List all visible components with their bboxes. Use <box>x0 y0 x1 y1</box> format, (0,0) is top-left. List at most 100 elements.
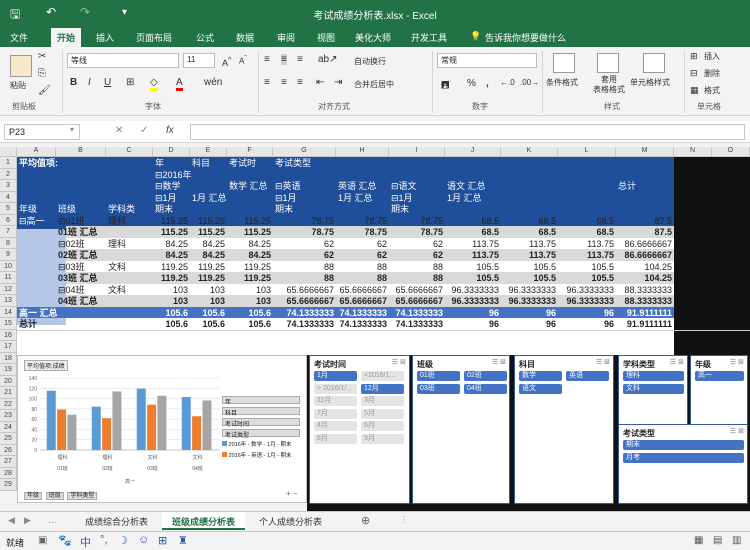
axis-button-type[interactable]: 学科类型 <box>67 492 98 500</box>
pivot-cell[interactable]: 62 <box>389 249 445 261</box>
row-header[interactable]: 21 <box>0 387 17 399</box>
pivot-cell[interactable] <box>17 284 56 296</box>
align-left-icon[interactable]: ≡ <box>264 77 270 88</box>
slicer-item[interactable]: 文科 <box>623 383 684 394</box>
pivot-cell[interactable]: 总计 <box>616 180 674 192</box>
phonetic-icon[interactable]: wén <box>204 77 222 88</box>
pivot-cell[interactable]: 96.3333333 <box>501 295 558 307</box>
column-header[interactable]: G <box>273 147 336 157</box>
pivot-cell[interactable] <box>106 226 153 238</box>
slicer-filter-icon[interactable]: ☰ ⊠ <box>596 358 610 366</box>
paste-button[interactable]: 粘贴 <box>10 80 26 91</box>
slicer-item[interactable]: 数学 <box>519 371 562 381</box>
align-center-icon[interactable]: ≡ <box>281 77 287 88</box>
cut-icon[interactable]: ✂ <box>38 51 46 62</box>
row-header[interactable]: 10 <box>0 260 17 272</box>
name-box[interactable]: P23 <box>4 124 80 140</box>
slicer-filter-icon[interactable]: ☰ ⊠ <box>492 358 506 366</box>
next-sheet-icon[interactable]: ▶ <box>24 515 31 526</box>
row-header[interactable]: 25 <box>0 433 17 445</box>
row-header[interactable]: 8 <box>0 237 17 249</box>
column-header[interactable]: K <box>501 147 558 157</box>
pivot-cell[interactable]: 88 <box>273 261 336 273</box>
ime-paw-icon[interactable]: 🐾 <box>58 534 72 547</box>
pivot-cell[interactable]: ⊟英语 <box>273 180 336 192</box>
pivot-cell[interactable]: 78.75 <box>273 226 336 238</box>
row-header[interactable]: 15 <box>0 318 17 330</box>
pivot-cell[interactable]: 68.5 <box>558 215 616 227</box>
ime-smile-icon[interactable]: ☺ <box>138 534 149 546</box>
chart-zoom-icons[interactable]: + − <box>286 489 298 498</box>
tab-file[interactable]: 文件 <box>10 31 28 44</box>
align-bottom-icon[interactable]: ≡ <box>297 54 303 65</box>
formula-input[interactable] <box>190 124 745 140</box>
column-header[interactable]: L <box>558 147 616 157</box>
macro-icon[interactable]: ▣ <box>38 535 47 546</box>
tab-scroll-icon[interactable]: ⋮ <box>400 515 408 524</box>
slicer-grade[interactable]: 年级 ☰ ⊠ 高一 <box>690 355 748 425</box>
slicer-filter-icon[interactable]: ☰ ⊠ <box>730 358 744 366</box>
italic-icon[interactable]: I <box>88 77 91 88</box>
sheet-tab-personal[interactable]: 个人成绩分析表 <box>249 512 332 530</box>
pivot-cell[interactable]: 期末 <box>273 203 336 215</box>
pivot-cell[interactable]: 78.75 <box>336 215 389 227</box>
pivot-cell[interactable]: 文科 <box>106 284 153 296</box>
pivot-cell[interactable]: 88.3333333 <box>616 284 674 296</box>
slicer-item[interactable]: 期末 <box>623 440 744 450</box>
pivot-cell[interactable]: 74.1333333 <box>336 307 389 319</box>
pivot-cell[interactable]: 119.25 <box>227 272 273 284</box>
slicer-item[interactable]: 04班 <box>464 383 507 394</box>
slicer-item[interactable]: 5月 <box>361 408 404 419</box>
pivot-cell[interactable]: ⊟2016年 <box>153 169 220 181</box>
align-middle-icon[interactable]: ≡ <box>281 54 287 65</box>
slicer-item[interactable]: 1月 <box>314 371 357 381</box>
pivot-cell[interactable]: 96 <box>558 318 616 330</box>
slicer-subject-type[interactable]: 学科类型 ☰ ⊠ 理科 文科 <box>618 355 688 425</box>
pivot-cell[interactable]: 96.3333333 <box>558 284 616 296</box>
row-header[interactable]: 13 <box>0 295 17 307</box>
pivot-cell[interactable]: 65.6666667 <box>336 284 389 296</box>
pivot-cell[interactable]: 105.6 <box>227 318 273 330</box>
column-header[interactable]: N <box>674 147 712 157</box>
pivot-cell[interactable]: 68.5 <box>501 215 558 227</box>
pivot-cell[interactable]: 105.6 <box>153 307 190 319</box>
slicer-item[interactable]: 语文 <box>519 383 562 394</box>
pivot-cell[interactable]: 68.5 <box>445 226 501 238</box>
pivot-cell[interactable]: 74.1333333 <box>389 307 445 319</box>
pivot-cell[interactable]: 65.6666667 <box>273 284 336 296</box>
pivot-cell[interactable]: 78.75 <box>273 215 336 227</box>
pivot-cell[interactable]: 74.1333333 <box>336 318 389 330</box>
row-header[interactable]: 23 <box>0 410 17 422</box>
pivot-cell[interactable]: 文科 <box>106 261 153 273</box>
slicer-item[interactable]: 4月 <box>314 421 357 431</box>
pivot-cell[interactable]: 96 <box>558 307 616 319</box>
align-right-icon[interactable]: ≡ <box>297 77 303 88</box>
pivot-cell[interactable]: 105.6 <box>153 318 190 330</box>
pivot-cell[interactable]: 理科 <box>106 238 153 250</box>
pivot-cell[interactable]: 65.6666667 <box>336 295 389 307</box>
row-header[interactable]: 20 <box>0 375 17 387</box>
pivot-cell[interactable]: 68.5 <box>558 226 616 238</box>
pivot-cell[interactable]: 年级 <box>17 203 56 215</box>
pivot-cell[interactable] <box>106 249 153 261</box>
prev-sheet-icon[interactable]: ◀ <box>8 515 15 526</box>
pivot-cell[interactable]: 115.25 <box>153 226 190 238</box>
column-header[interactable]: E <box>190 147 227 157</box>
pivot-cell[interactable]: 62 <box>273 249 336 261</box>
tab-review[interactable]: 审阅 <box>277 31 295 44</box>
tab-formulas[interactable]: 公式 <box>196 31 214 44</box>
pivot-cell[interactable] <box>17 295 56 307</box>
slicer-item[interactable]: 9月 <box>361 433 404 444</box>
normal-view-icon[interactable]: ▦ <box>694 535 703 546</box>
slicer-item[interactable]: 高一 <box>695 371 744 381</box>
slicer-item[interactable]: 01班 <box>417 371 460 381</box>
axis-button-grade[interactable]: 年级 <box>24 492 43 500</box>
row-header[interactable]: 6 <box>0 214 17 226</box>
pivot-cell[interactable]: 96.3333333 <box>558 295 616 307</box>
pivot-cell[interactable]: 119.25 <box>190 261 227 273</box>
pivot-cell[interactable]: 105.5 <box>558 261 616 273</box>
pivot-cell[interactable]: 1月 汇总 <box>190 192 237 204</box>
pivot-cell[interactable]: 86.6666667 <box>616 249 674 261</box>
pivot-cell[interactable] <box>106 272 153 284</box>
pivot-cell[interactable]: 96 <box>445 318 501 330</box>
